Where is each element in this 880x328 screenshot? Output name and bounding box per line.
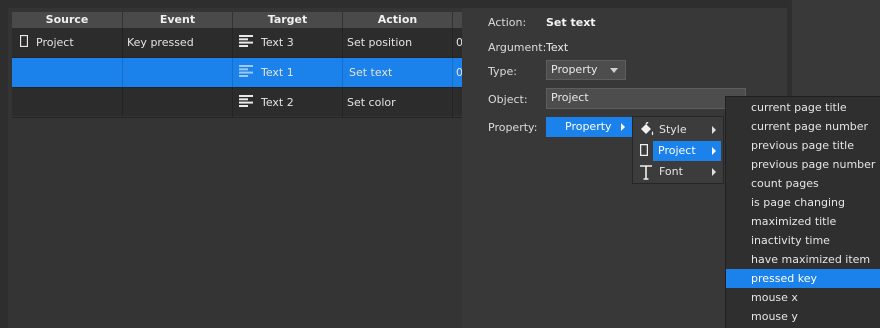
event-cell — [123, 88, 233, 117]
chevron-right-icon — [712, 168, 716, 176]
window-frame-left — [0, 0, 8, 328]
target-cell: Text 1 — [233, 58, 343, 87]
object-label: Object: — [488, 93, 528, 106]
action-cell: Set position — [343, 28, 453, 57]
chevron-right-icon — [621, 123, 625, 131]
action-value: Set text — [546, 16, 596, 29]
argument-label: Argument: — [488, 41, 547, 54]
text-align-icon — [239, 29, 253, 58]
column-header-action[interactable]: Action — [343, 12, 453, 28]
table-row[interactable]: Project Key pressed Text 3 Set position … — [12, 28, 462, 58]
menu-item-pressed-key[interactable]: pressed key — [726, 269, 880, 288]
source-cell — [12, 88, 123, 117]
property-submenu: Style Project Font — [632, 116, 724, 184]
menu-item-previous-page-number[interactable]: previous page number — [726, 155, 880, 174]
menu-item-mouse-x[interactable]: mouse x — [726, 288, 880, 307]
target-label: Text 3 — [261, 36, 294, 49]
menu-item-inactivity-time[interactable]: inactivity time — [726, 231, 880, 250]
property-label: Property: — [488, 121, 538, 134]
table-row-selected[interactable]: Text 1 Set text 0 — [12, 58, 462, 88]
property-button[interactable]: Property — [546, 117, 632, 137]
paint-bucket-icon — [639, 121, 654, 138]
column-header-source[interactable]: Source — [12, 12, 123, 28]
menu-item-project[interactable]: Project — [653, 141, 721, 161]
table-row[interactable]: Text 2 Set color — [12, 88, 462, 118]
table-header: Source Event Target Action — [12, 12, 462, 28]
chevron-right-icon — [712, 147, 716, 155]
window-frame-top — [0, 0, 790, 8]
column-header-extra — [453, 12, 462, 28]
menu-item-style[interactable]: Style — [634, 120, 722, 140]
target-label: Text 1 — [261, 66, 294, 79]
extra-cell: 0 — [456, 66, 462, 79]
argument-value: Text — [546, 41, 569, 54]
target-cell: Text 2 — [233, 88, 343, 117]
page-icon — [19, 29, 29, 58]
menu-item-previous-page-title[interactable]: previous page title — [726, 136, 880, 155]
menu-item-font[interactable]: Font — [634, 162, 722, 182]
actions-table-panel: Source Event Target Action Project Key p… — [8, 8, 462, 328]
property-button-label: Property — [565, 120, 612, 133]
action-cell: Set text — [343, 58, 453, 87]
actions-table: Source Event Target Action Project Key p… — [12, 12, 462, 118]
project-property-menu: current page title current page number p… — [725, 96, 880, 328]
menu-item-label: Font — [659, 165, 683, 178]
type-select[interactable]: Property — [546, 60, 626, 80]
menu-item-current-page-title[interactable]: current page title — [726, 98, 880, 117]
extra-cell: 0 — [456, 36, 462, 49]
extra-cell — [453, 88, 462, 117]
target-cell: Text 3 — [233, 28, 343, 57]
source-cell — [12, 58, 123, 87]
menu-item-label: Project — [658, 144, 696, 157]
column-header-event[interactable]: Event — [123, 12, 233, 28]
page-icon — [639, 143, 649, 159]
action-cell: Set color — [343, 88, 453, 117]
type-label: Type: — [488, 65, 517, 78]
menu-item-label: Style — [659, 123, 687, 136]
source-label: Project — [36, 36, 74, 49]
source-cell: Project — [12, 28, 123, 57]
target-label: Text 2 — [261, 96, 294, 109]
action-label: Action: — [488, 16, 527, 29]
type-select-value: Property — [551, 63, 598, 76]
menu-item-count-pages[interactable]: count pages — [726, 174, 880, 193]
event-cell — [123, 58, 233, 87]
menu-item-current-page-number[interactable]: current page number — [726, 117, 880, 136]
event-cell: Key pressed — [123, 28, 233, 57]
object-field-value: Project — [551, 91, 589, 104]
menu-item-is-page-changing[interactable]: is page changing — [726, 193, 880, 212]
object-field[interactable]: Project — [546, 88, 746, 109]
chevron-down-icon — [610, 68, 618, 73]
menu-item-maximized-title[interactable]: maximized title — [726, 212, 880, 231]
text-align-icon — [239, 89, 253, 118]
chevron-right-icon — [712, 126, 716, 134]
text-align-icon — [239, 59, 253, 88]
menu-item-have-maximized-item[interactable]: have maximized item — [726, 250, 880, 269]
menu-item-mouse-y[interactable]: mouse y — [726, 307, 880, 326]
font-T-icon — [639, 164, 653, 180]
column-header-target[interactable]: Target — [233, 12, 343, 28]
